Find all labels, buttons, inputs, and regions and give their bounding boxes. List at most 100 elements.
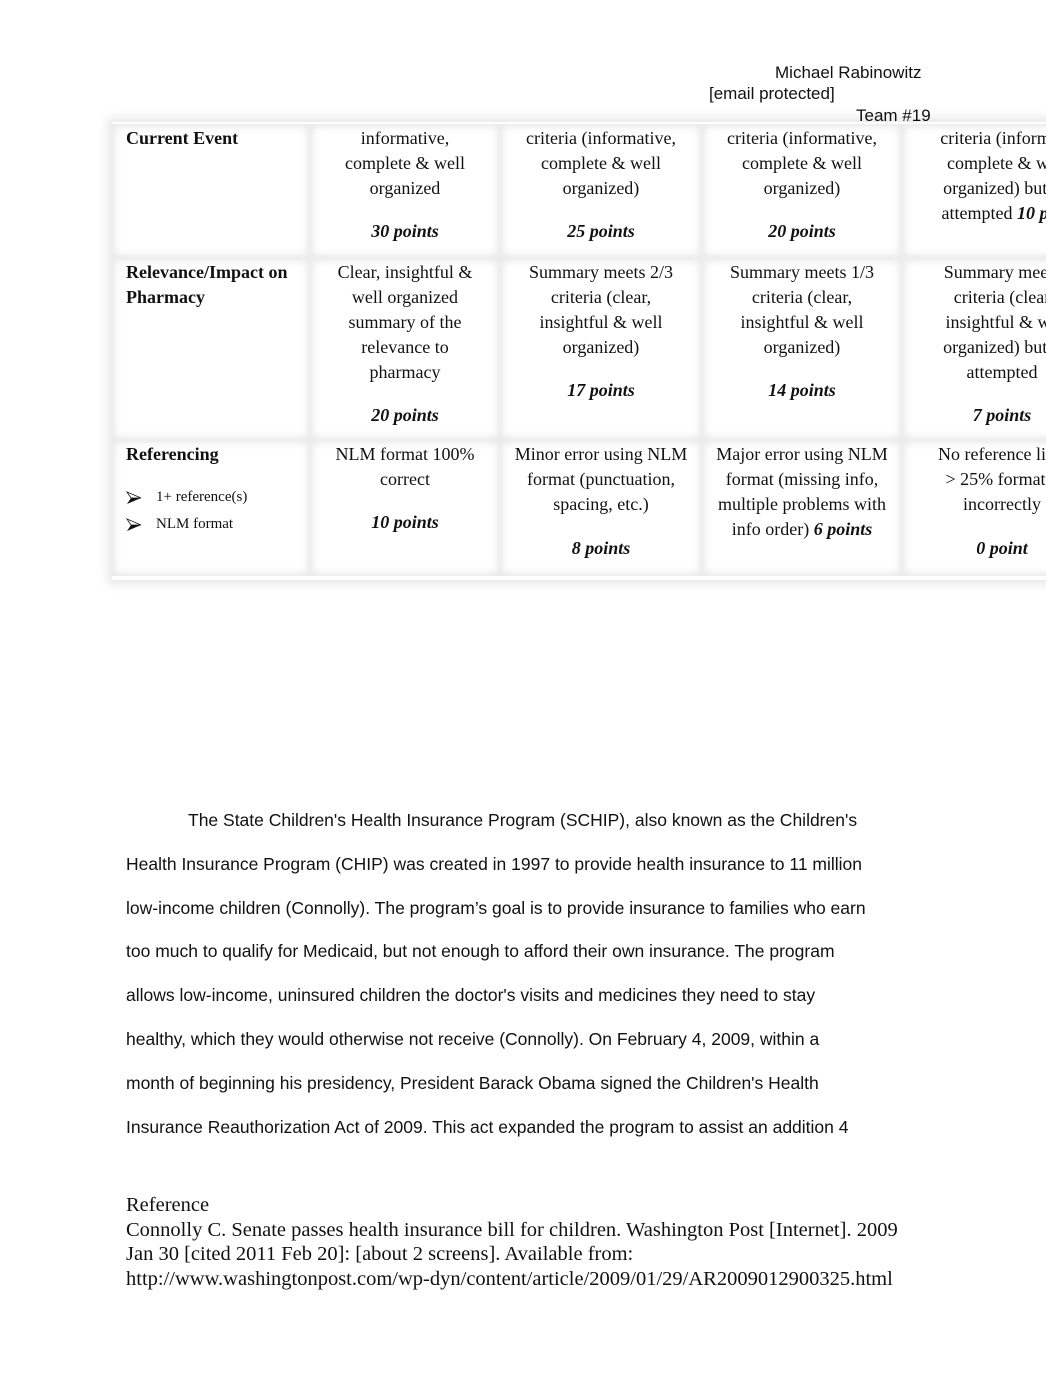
- criteria-text: attempted: [941, 203, 1017, 223]
- reference-section: Reference Connolly C. Senate passes heal…: [126, 1193, 898, 1291]
- rubric-cell: informative, complete & well organized 3…: [310, 124, 500, 258]
- document-page: Michael Rabinowitz [email protected] Tea…: [0, 0, 1046, 1377]
- category-label: Pharmacy: [126, 287, 205, 307]
- criteria-text: criteria (clear: [953, 287, 1046, 307]
- criteria-text: criteria (informative,: [526, 128, 676, 148]
- author-email: [email protected]: [709, 84, 835, 103]
- criteria-text: Summary meets: [943, 262, 1046, 282]
- criteria-text: organized): [562, 337, 640, 357]
- criteria-text: criteria (informat: [940, 128, 1046, 148]
- criteria-text: organized: [369, 178, 441, 198]
- author-name: Michael Rabinowitz: [775, 63, 922, 82]
- rubric-cell: Summary meets 2/3 criteria (clear, insig…: [500, 258, 702, 440]
- criteria-text: spacing, etc.): [553, 494, 649, 514]
- criteria-text: Minor error using NLM: [514, 444, 688, 464]
- requirements-list: 1+ reference(s) NLM format: [126, 484, 247, 538]
- criteria-text: complete & well: [541, 153, 661, 173]
- rubric-table: Current Event informative, complete & we…: [112, 124, 1046, 576]
- reference-citation-line: Jan 30 [cited 2011 Feb 20]: [about 2 scr…: [126, 1243, 634, 1265]
- rubric-cell: Clear, insightful & well organized summa…: [310, 258, 500, 440]
- paragraph-line: healthy, which they would otherwise not …: [126, 1028, 820, 1049]
- criteria-text: incorrectly: [963, 494, 1041, 514]
- rubric-cell: NLM format 100% correct 10 points: [310, 440, 500, 576]
- criteria-text: Clear, insightful &: [337, 262, 473, 282]
- list-item-label: NLM format: [156, 516, 234, 532]
- criteria-text: format (punctuation,: [527, 469, 675, 489]
- criteria-text: No reference liste: [938, 444, 1046, 464]
- reference-heading: Reference: [126, 1194, 210, 1216]
- criteria-text: format (missing info,: [725, 469, 879, 489]
- rubric-cell: Summary meets criteria (clear insightful…: [902, 258, 1046, 440]
- criteria-text: Summary meets 2/3: [529, 262, 673, 282]
- paragraph-line: Insurance Reauthorization Act of 2009. T…: [126, 1116, 849, 1137]
- criteria-text: attempted: [966, 362, 1038, 382]
- points-label: 25 points: [567, 221, 635, 241]
- points-label: 17 points: [567, 380, 635, 400]
- criteria-text: criteria (informative,: [727, 128, 877, 148]
- criteria-text: complete & well: [742, 153, 862, 173]
- points-label: 8 points: [571, 538, 631, 558]
- category-label: Current Event: [126, 128, 239, 148]
- criteria-text: > 25% formatte: [945, 469, 1046, 489]
- criteria-text: summary of the: [348, 312, 462, 332]
- arrowhead-bullet-icon: [126, 517, 142, 531]
- criteria-text: organized) but v: [943, 178, 1046, 198]
- criteria-text: organized): [562, 178, 640, 198]
- criteria-text: organized) but v: [943, 337, 1046, 357]
- criteria-text: criteria (clear,: [751, 287, 853, 307]
- criteria-text: multiple problems with: [718, 494, 886, 514]
- points-label: 20 points: [371, 405, 439, 425]
- reference-citation-line: Connolly C. Senate passes health insuran…: [126, 1218, 898, 1241]
- criteria-text: pharmacy: [369, 362, 441, 382]
- criteria-text: Summary meets 1/3: [730, 262, 874, 282]
- criteria-text: complete & we: [947, 153, 1046, 173]
- rubric-cell: criteria (informative, complete & well o…: [702, 124, 902, 258]
- criteria-text: criteria (clear,: [550, 287, 652, 307]
- rubric-cell: Major error using NLM format (missing in…: [702, 440, 902, 576]
- rubric-category-relevance: Relevance/Impact on Pharmacy: [112, 258, 310, 440]
- points-label: 10 poi: [1016, 203, 1046, 223]
- criteria-text: relevance to: [361, 337, 449, 357]
- points-label: 7 points: [972, 405, 1032, 425]
- points-label: 14 points: [768, 380, 836, 400]
- paragraph-line: The State Children's Health Insurance Pr…: [188, 810, 858, 830]
- rubric-cell: Minor error using NLM format (punctuatio…: [500, 440, 702, 576]
- rubric-cell: criteria (informat complete & we organiz…: [902, 124, 1046, 258]
- rubric-cell: criteria (informative, complete & well o…: [500, 124, 702, 258]
- rubric-category-current-event: Current Event: [112, 124, 310, 258]
- points-label: 10 points: [371, 512, 439, 532]
- criteria-text: organized): [763, 337, 841, 357]
- rubric-category-referencing: Referencing 1+ reference(s) NLM format: [112, 440, 310, 576]
- criteria-text: insightful & well: [740, 312, 864, 332]
- list-item-label: 1+ reference(s): [156, 489, 248, 505]
- paragraph-line: month of beginning his presidency, Presi…: [126, 1072, 819, 1093]
- paragraph-line: low-income children (Connolly). The prog…: [126, 897, 866, 918]
- rubric-cell: No reference liste > 25% formatte incorr…: [902, 440, 1046, 576]
- criteria-text: insightful & well: [539, 312, 663, 332]
- criteria-text: informative,: [360, 128, 450, 148]
- points-label: 0 point: [976, 538, 1028, 558]
- criteria-text: NLM format 100%: [335, 444, 475, 464]
- points-label: 6 points: [813, 519, 873, 539]
- criteria-text: insightful & we: [945, 312, 1047, 332]
- reference-url[interactable]: http://www.washingtonpost.com/wp-dyn/con…: [126, 1267, 898, 1292]
- points-label: 20 points: [768, 221, 836, 241]
- points-label: 30 points: [371, 221, 439, 241]
- criteria-text: well organized: [351, 287, 459, 307]
- page-edge: [1046, 0, 1062, 1377]
- criteria-text: organized): [763, 178, 841, 198]
- paragraph-line: too much to qualify for Medicaid, but no…: [126, 941, 835, 962]
- criteria-text: complete & well: [345, 153, 465, 173]
- category-label: Relevance/Impact on: [126, 262, 288, 282]
- list-item: 1+ reference(s): [126, 484, 247, 511]
- arrowhead-bullet-icon: [126, 490, 142, 504]
- body-paragraph: The State Children's Health Insurance Pr…: [126, 806, 956, 1156]
- criteria-text: info order): [731, 519, 814, 539]
- list-item: NLM format: [126, 511, 247, 538]
- category-label: Referencing: [126, 444, 219, 464]
- paragraph-line: allows low-income, uninsured children th…: [126, 985, 816, 1006]
- criteria-text: Major error using NLM: [716, 444, 888, 464]
- rubric-cell: Summary meets 1/3 criteria (clear, insig…: [702, 258, 902, 440]
- paragraph-line: Health Insurance Program (CHIP) was crea…: [126, 853, 863, 874]
- criteria-text: correct: [380, 469, 430, 489]
